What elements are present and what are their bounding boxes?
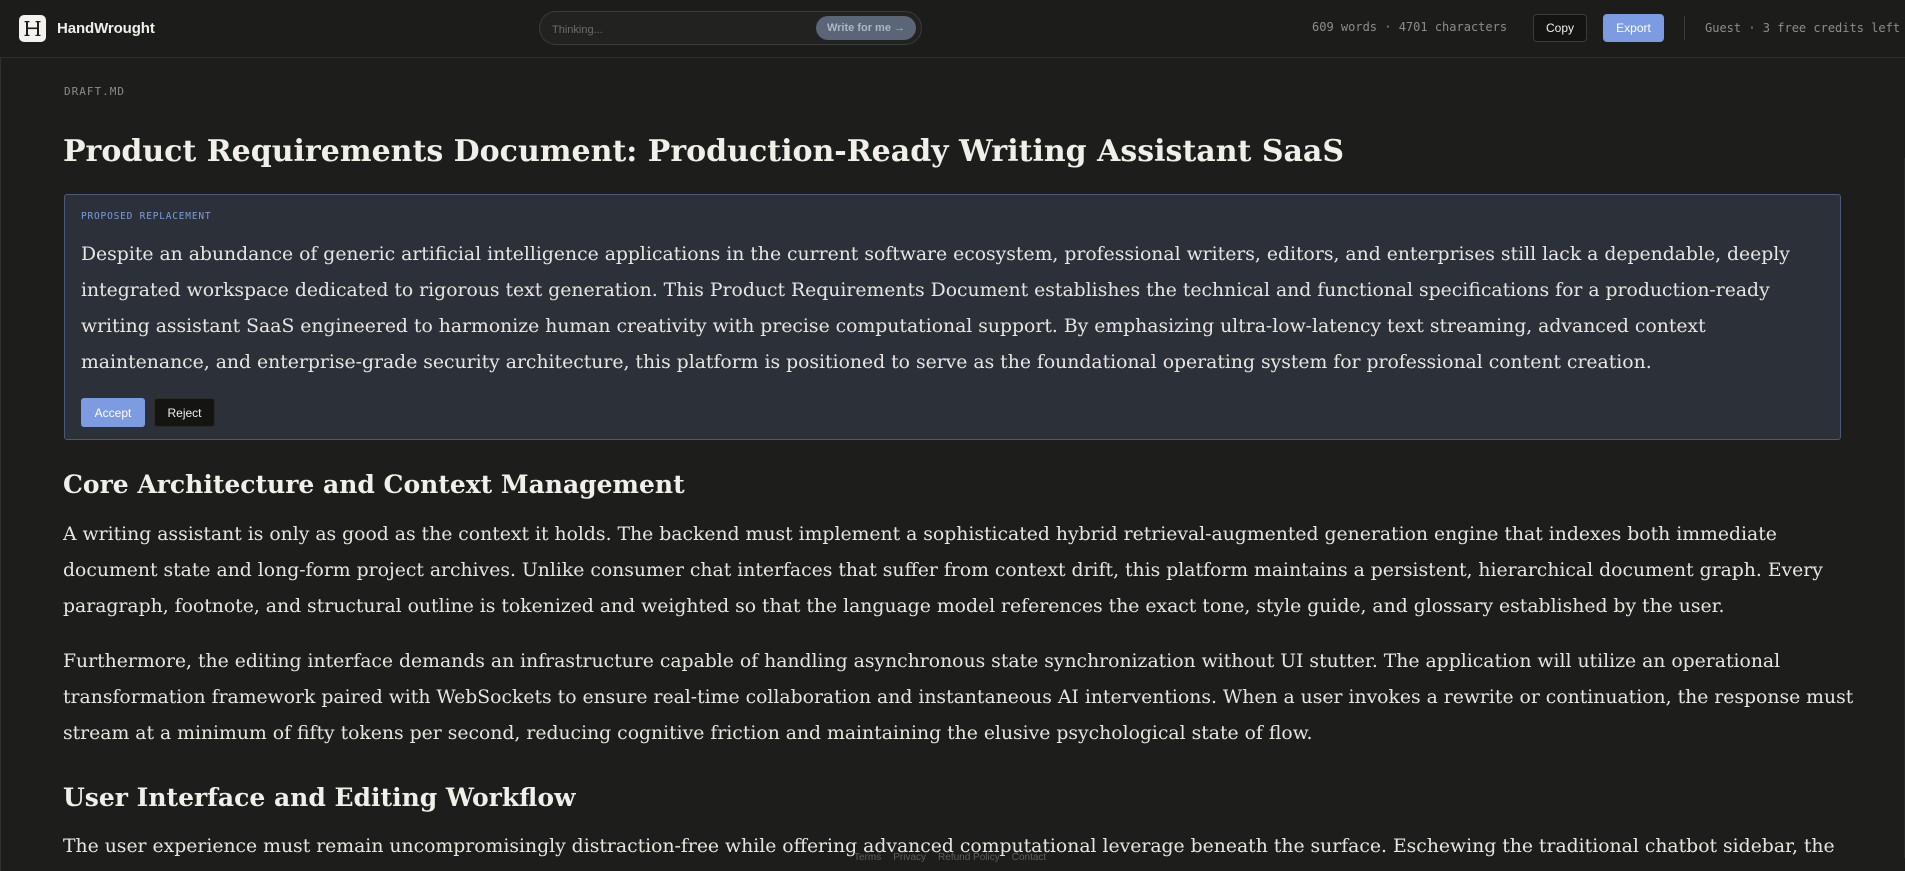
handwrought-logo-icon <box>19 15 46 42</box>
proposed-replacement-card: PROPOSED REPLACEMENT Despite an abundanc… <box>64 194 1841 440</box>
prompt-input[interactable] <box>550 19 804 41</box>
paragraph[interactable]: The user experience must remain uncompro… <box>63 829 1863 871</box>
export-button[interactable]: Export <box>1603 14 1664 42</box>
proposed-replacement-text[interactable]: Despite an abundance of generic artifici… <box>81 237 1826 381</box>
ai-prompt-bar: Write for me → <box>539 11 922 45</box>
section-heading[interactable]: Core Architecture and Context Management <box>63 470 685 499</box>
editor-panel[interactable]: DRAFT.MD Product Requirements Document: … <box>0 58 1905 871</box>
footer-links: Terms Privacy Refund Policy Contact <box>854 852 1046 863</box>
top-bar: HandWrought Write for me → 609 words · 4… <box>0 0 1905 58</box>
document-title[interactable]: Product Requirements Document: Productio… <box>63 134 1344 169</box>
footer-link-privacy[interactable]: Privacy <box>893 852 926 863</box>
copy-button[interactable]: Copy <box>1533 14 1587 42</box>
paragraph[interactable]: A writing assistant is only as good as t… <box>63 517 1853 625</box>
write-for-me-button[interactable]: Write for me → <box>815 16 916 40</box>
toolbar-divider <box>1684 16 1685 40</box>
word-count-stats: 609 words · 4701 characters <box>1312 20 1508 34</box>
write-for-me-label: Write for me → <box>826 22 905 34</box>
proposed-replacement-label: PROPOSED REPLACEMENT <box>81 211 212 222</box>
footer-link-terms[interactable]: Terms <box>854 852 881 863</box>
footer-link-refund-policy[interactable]: Refund Policy <box>938 852 1000 863</box>
footer-link-contact[interactable]: Contact <box>1012 852 1046 863</box>
brand-name: HandWrought <box>57 20 155 37</box>
section-heading[interactable]: User Interface and Editing Workflow <box>63 783 576 812</box>
file-name-label: DRAFT.MD <box>64 85 125 98</box>
paragraph[interactable]: Furthermore, the editing interface deman… <box>63 644 1863 752</box>
accept-button[interactable]: Accept <box>81 398 145 427</box>
reject-button[interactable]: Reject <box>154 398 215 427</box>
brand[interactable]: HandWrought <box>19 15 155 42</box>
account-status: Guest · 3 free credits left <box>1705 21 1901 35</box>
